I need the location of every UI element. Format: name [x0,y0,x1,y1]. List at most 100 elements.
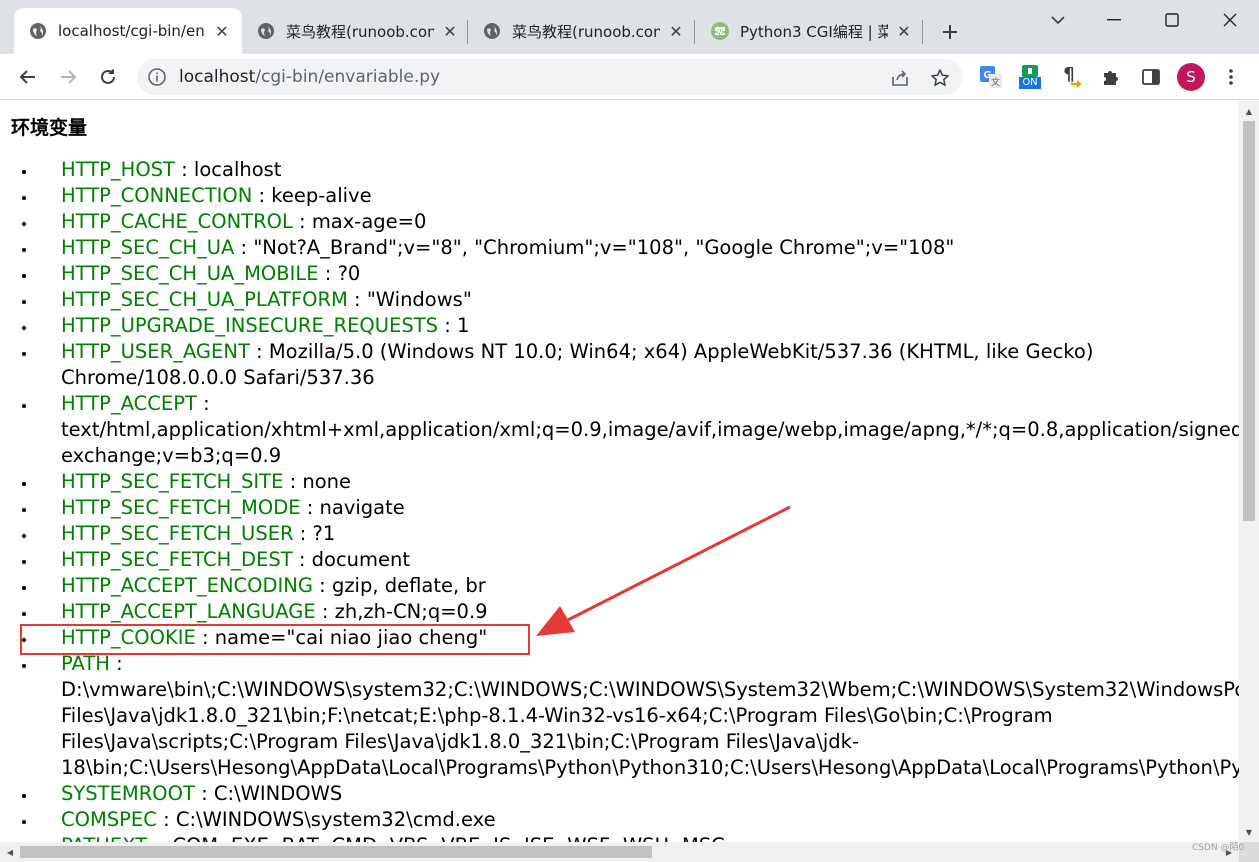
env-var-key: HTTP_ACCEPT_LANGUAGE [61,600,316,623]
close-tab-icon[interactable]: ✕ [440,21,460,41]
scroll-left-icon[interactable]: ◀ [0,842,20,862]
tab-title: localhost/cgi-bin/en [58,22,205,40]
browser-toolbar: localhost/cgi-bin/envariable.py G文 ON ¶ [0,54,1259,100]
env-var-value-continued: D:\vmware\bin\;C:\WINDOWS\system32;C:\WI… [61,678,1239,701]
env-var-key: HTTP_SEC_CH_UA [61,236,235,259]
env-var-value: Mozilla/5.0 (Windows NT 10.0; Win64; x64… [268,340,1094,363]
env-var-key: HTTP_SEC_CH_UA_PLATFORM [61,288,348,311]
env-var-item: HTTP_SEC_FETCH_DEST : document [37,547,1239,573]
env-var-value: ?0 [337,262,361,285]
env-var-item: HTTP_SEC_CH_UA_MOBILE : ?0 [37,261,1239,287]
tab-localhost[interactable]: localhost/cgi-bin/en ✕ [14,8,242,54]
close-tab-icon[interactable]: ✕ [894,21,914,41]
env-var-key: PATH [61,652,110,675]
env-var-item: HTTP_HOST : localhost [37,157,1239,183]
close-tab-icon[interactable]: ✕ [666,21,686,41]
horizontal-scrollbar[interactable]: ◀ ▶ [0,842,1239,862]
menu-kebab-icon[interactable] [1217,63,1245,91]
env-var-separator: : [300,496,320,519]
env-var-separator: : [147,834,166,842]
env-var-key: HTTP_USER_AGENT [61,340,250,363]
env-var-item: HTTP_SEC_CH_UA_PLATFORM : "Windows" [37,287,1239,313]
env-var-key: HTTP_ACCEPT_ENCODING [61,574,313,597]
env-var-line: SYSTEMROOT : C:\WINDOWS [61,781,1239,807]
env-var-value-continued: text/html,application/xhtml+xml,applicat… [61,418,1239,441]
switch-extension-icon[interactable]: ON [1016,63,1044,91]
tab-runoob-2[interactable]: 菜鸟教程(runoob.con ✕ [468,8,696,54]
new-tab-button[interactable] [936,18,964,46]
env-var-item: HTTP_CONNECTION : keep-alive [37,183,1239,209]
tab-python3-cgi[interactable]: </> Python3 CGI编程 | 菜 ✕ [696,8,924,54]
close-tab-icon[interactable]: ✕ [212,21,232,41]
tab-runoob-1[interactable]: 菜鸟教程(runoob.con ✕ [242,8,470,54]
side-panel-icon[interactable] [1137,63,1165,91]
env-var-key: PATHEXT [61,834,147,842]
tab-search-icon[interactable] [1038,6,1078,34]
scroll-up-icon[interactable]: ▲ [1239,101,1259,121]
url-text: localhost/cgi-bin/envariable.py [179,67,440,87]
extensions-puzzle-icon[interactable] [1097,63,1125,91]
translate-extension-icon[interactable]: G文 [977,63,1005,91]
env-var-separator: : [293,522,313,545]
env-var-value: .COM;.EXE;.BAT;.CMD;.VBS;.VBE;.JS;.JSE;.… [166,834,725,842]
page-viewport: 环境变量 HTTP_HOST : localhostHTTP_CONNECTIO… [1,101,1239,842]
tab-title: 菜鸟教程(runoob.con [286,22,434,41]
share-icon[interactable] [889,67,911,89]
runoob-logo-icon: </> [710,21,730,41]
env-var-value: C:\WINDOWS [213,782,343,805]
env-var-separator: : [196,392,210,415]
bookmark-star-icon[interactable] [929,67,951,89]
env-var-item: COMSPEC : C:\WINDOWS\system32\cmd.exe [37,807,1239,833]
highlight-box [20,624,530,655]
globe-icon [256,21,276,41]
env-var-value: navigate [319,496,405,519]
forward-button[interactable] [53,62,83,92]
env-var-line: HTTP_SEC_FETCH_MODE : navigate [61,495,1239,521]
url-host: localhost [179,67,256,87]
scroll-down-icon[interactable]: ▼ [1239,822,1259,842]
reload-button[interactable] [93,62,123,92]
env-var-item: HTTP_SEC_FETCH_MODE : navigate [37,495,1239,521]
env-var-key: SYSTEMROOT [61,782,195,805]
env-var-key: HTTP_SEC_FETCH_DEST [61,548,293,571]
env-var-separator: : [347,288,367,311]
profile-avatar[interactable]: S [1177,63,1205,91]
env-var-value: gzip, deflate, br [331,574,486,597]
close-window-button[interactable] [1210,6,1250,34]
env-var-separator: : [283,470,303,493]
env-var-value: document [311,548,411,571]
env-var-value: zh,zh-CN;q=0.9 [334,600,488,623]
env-var-line: HTTP_ACCEPT : [61,391,1239,417]
svg-text:¶: ¶ [1063,65,1074,85]
minimize-button[interactable] [1094,6,1134,34]
env-var-separator: : [194,782,214,805]
vertical-scrollbar[interactable]: ▲ ▼ [1239,101,1259,842]
site-info-icon[interactable] [147,67,167,87]
env-var-item: HTTP_ACCEPT : text/html,application/xhtm… [37,391,1239,469]
env-var-key: HTTP_UPGRADE_INSECURE_REQUESTS [61,314,439,337]
paragraph-extension-icon[interactable]: ¶ [1058,63,1086,91]
address-bar[interactable]: localhost/cgi-bin/envariable.py [137,59,963,95]
svg-text:文: 文 [991,76,1000,88]
env-var-separator: : [109,652,123,675]
env-var-value: none [302,470,352,493]
env-var-value: max-age=0 [311,210,427,233]
env-var-value-continued: Chrome/108.0.0.0 Safari/537.36 [61,366,375,389]
env-var-separator: : [174,158,194,181]
env-var-value-continued: 18\bin;C:\Users\Hesong\AppData\Local\Pro… [61,756,1239,779]
env-var-value-continued: Files\Java\scripts;C:\Program Files\Java… [61,730,859,753]
env-var-value: "Windows" [366,288,472,311]
env-var-item: PATH : D:\vmware\bin\;C:\WINDOWS\system3… [37,651,1239,781]
horizontal-scroll-thumb[interactable] [20,846,652,858]
env-var-line: HTTP_SEC_CH_UA_MOBILE : ?0 [61,261,1239,287]
maximize-button[interactable] [1152,6,1192,34]
env-var-key: HTTP_SEC_FETCH_USER [61,522,294,545]
env-var-separator: : [312,574,332,597]
env-var-item: HTTP_CACHE_CONTROL : max-age=0 [37,209,1239,235]
tab-separator [694,20,695,44]
env-var-separator: : [318,262,338,285]
back-button[interactable] [13,62,43,92]
vertical-scroll-thumb[interactable] [1243,121,1255,521]
env-var-item: HTTP_SEC_FETCH_USER : ?1 [37,521,1239,547]
env-var-separator: : [249,340,269,363]
